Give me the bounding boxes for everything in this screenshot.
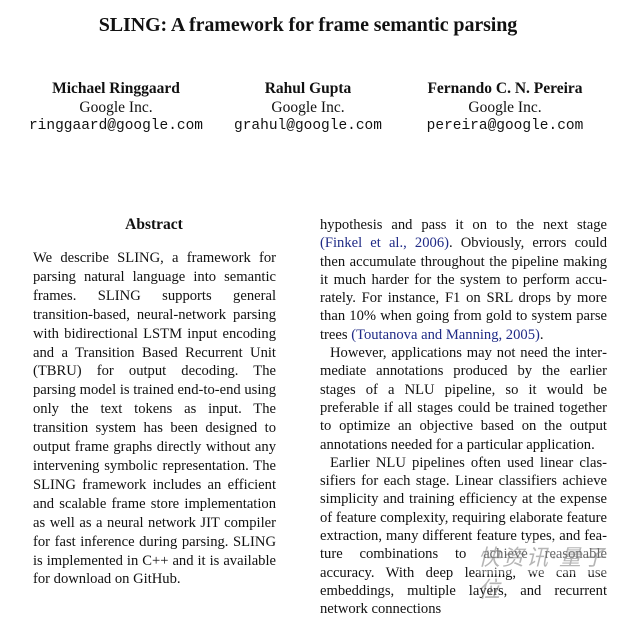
author-name: Michael Ringgaard xyxy=(52,80,180,97)
author-name: Fernando C. N. Pereira xyxy=(427,80,583,97)
abstract-heading: Abstract xyxy=(125,216,183,233)
body-column: hypothesis and pass it on to the next st… xyxy=(320,216,607,619)
body-text: hypothesis and pass it on to the next st… xyxy=(320,217,607,233)
author-block: Fernando C. N. Pereira Google Inc. perei… xyxy=(400,79,610,136)
body-paragraph: hypothesis and pass it on to the next st… xyxy=(320,216,607,344)
abstract-text: We describe SLING, a framework for parsi… xyxy=(33,250,276,588)
author-affiliation: Google Inc. xyxy=(468,99,542,116)
citation-link[interactable]: (Finkel et al., 2006) xyxy=(320,235,449,251)
author-email: grahul@google.com xyxy=(234,118,382,134)
author-affiliation: Google Inc. xyxy=(79,99,153,116)
body-text: . xyxy=(539,326,544,343)
author-email: ringgaard@google.com xyxy=(28,118,204,134)
author-affiliation: Google Inc. xyxy=(271,99,345,116)
author-block: Michael Ringgaard Google Inc. ringgaard@… xyxy=(11,79,221,136)
body-paragraph: However, applications may not need the i… xyxy=(320,345,607,453)
author-name: Rahul Gupta xyxy=(264,80,352,97)
paper-title: SLING: A framework for frame semantic pa… xyxy=(98,14,518,36)
body-paragraph: Earlier NLU pipelines often used linear … xyxy=(320,454,607,618)
author-email: pereira@google.com xyxy=(426,118,584,134)
abstract-column: We describe SLING, a framework for parsi… xyxy=(33,249,276,589)
author-block: Rahul Gupta Google Inc. grahul@google.co… xyxy=(203,79,413,136)
citation-link[interactable]: (Toutanova and Manning, 2005) xyxy=(351,327,540,343)
